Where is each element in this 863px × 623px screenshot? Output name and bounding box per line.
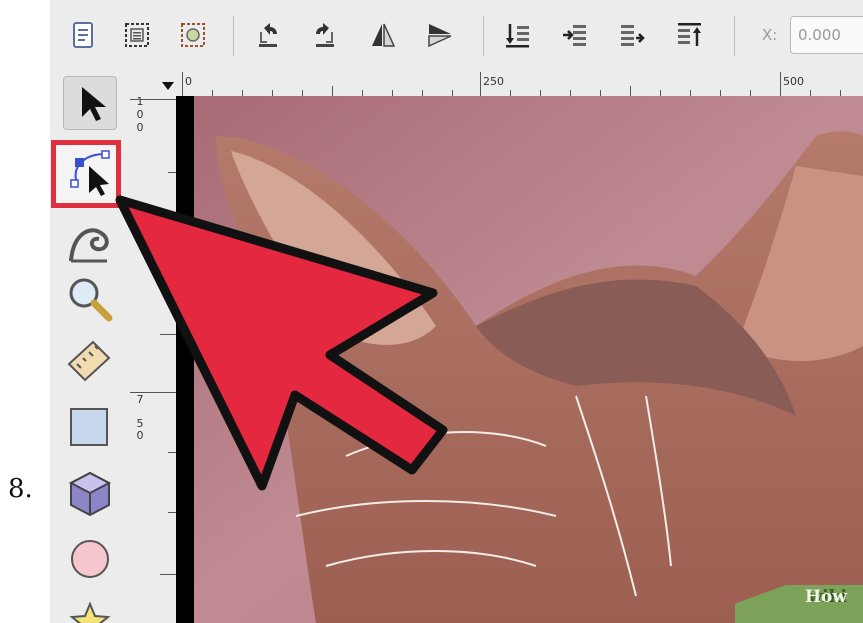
x-coordinate-input[interactable]: 0.000 (790, 16, 863, 54)
rectangle-tool-icon[interactable] (63, 401, 117, 455)
ruler-tick (332, 86, 333, 96)
ruler-label: 7 (136, 393, 144, 406)
ruler-tick-major (780, 72, 781, 96)
rotate-right-icon[interactable] (425, 20, 455, 50)
ruler-label: 1 (136, 95, 144, 108)
raise-to-top-icon[interactable] (675, 20, 705, 50)
cat-photo (176, 96, 863, 623)
3d-box-tool-icon[interactable] (63, 467, 117, 521)
inkscape-window: X: 0.000 1 0 0 7 5 0 0 250 500 wiki How (50, 0, 863, 623)
ruler-tick-major (130, 99, 176, 100)
select-in-all-layers-icon[interactable] (178, 20, 208, 50)
ruler-label: 250 (483, 75, 504, 88)
select-all-icon[interactable] (122, 20, 152, 50)
document-properties-icon[interactable] (68, 20, 98, 50)
star-tool-icon[interactable] (63, 596, 117, 623)
watermark-text-how: How (804, 587, 847, 607)
ruler-tick (160, 334, 176, 335)
ellipse-tool-icon[interactable] (63, 532, 117, 586)
ruler-tick (168, 290, 176, 291)
lower-to-bottom-icon[interactable] (503, 20, 533, 50)
ruler-tick (168, 231, 176, 232)
horizontal-ruler: 0 250 500 (162, 72, 863, 96)
watermark: wiki How (735, 585, 863, 623)
tweak-tool-icon[interactable] (63, 215, 117, 269)
step-number: 8. (8, 474, 33, 504)
ruler-label: 5 (136, 417, 144, 430)
flip-vertical-icon[interactable] (310, 20, 340, 50)
vertical-ruler: 1 0 0 7 5 0 (128, 72, 176, 623)
ruler-origin-marker (162, 82, 174, 90)
ruler-tick (160, 574, 176, 575)
ruler-tick (630, 86, 631, 96)
node-editor-tool-icon[interactable] (63, 146, 117, 200)
measure-tool-icon[interactable] (63, 334, 117, 388)
page-border (176, 96, 194, 623)
ruler-label: 500 (783, 75, 804, 88)
flip-horizontal-icon[interactable] (253, 20, 283, 50)
zoom-tool-icon[interactable] (63, 273, 117, 327)
ruler-label: 0 (136, 121, 144, 134)
ruler-tick (168, 512, 176, 513)
toolbar-separator (734, 16, 735, 56)
ruler-label: 0 (136, 108, 144, 121)
ruler-tick (168, 452, 176, 453)
commands-toolbar: X: 0.000 (50, 0, 863, 73)
toolbar-separator (483, 16, 484, 56)
ruler-tick-major (130, 392, 176, 393)
selector-tool-icon[interactable] (63, 76, 117, 130)
toolbar-separator (233, 16, 234, 56)
lower-icon[interactable] (560, 20, 590, 50)
ruler-label: 0 (185, 75, 192, 88)
ruler-tick (168, 172, 176, 173)
ruler-tick-major (480, 72, 481, 96)
ruler-label: 0 (136, 429, 144, 442)
rotate-left-icon[interactable] (368, 20, 398, 50)
toolbox (50, 72, 128, 623)
x-coordinate-label: X: (762, 26, 778, 44)
drawing-canvas[interactable]: wiki How (176, 96, 863, 623)
raise-icon[interactable] (617, 20, 647, 50)
ruler-tick-major (182, 72, 183, 96)
